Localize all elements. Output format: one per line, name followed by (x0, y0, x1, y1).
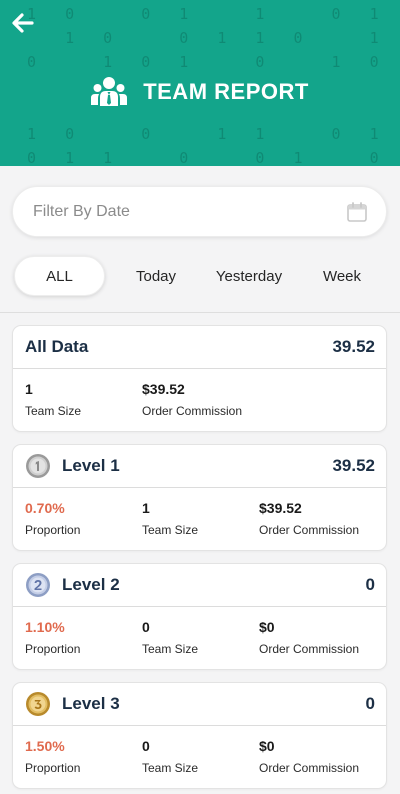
commission-label: Order Commission (259, 761, 360, 775)
card-total: 0 (365, 575, 375, 594)
blue-medal-2-icon (26, 573, 50, 597)
tab-yesterday[interactable]: Yesterday (204, 256, 294, 296)
divider (0, 312, 400, 313)
silver-medal-1-icon (26, 454, 50, 478)
team-users-icon (91, 77, 128, 106)
all-data-card: All Data 39.52 1 Team Size $39.52 Order … (12, 325, 387, 432)
commission-value: $0 (259, 619, 275, 635)
proportion-value: 1.50% (25, 738, 65, 754)
gold-medal-3-icon (26, 692, 50, 716)
title-row: TEAM REPORT (0, 72, 400, 112)
card-header: Level 3 0 (13, 683, 386, 726)
commission-value: $0 (259, 738, 275, 754)
date-filter-input[interactable] (33, 202, 346, 221)
proportion-value: 0.70% (25, 500, 65, 516)
team-size-value: 1 (142, 500, 150, 516)
team-size-value: 0 (142, 738, 150, 754)
date-filter-field[interactable] (12, 186, 387, 237)
team-size-stat: 1 Team Size (25, 380, 81, 419)
arrow-left-icon (12, 13, 34, 33)
commission-stat: $39.52 Order Commission (259, 499, 359, 538)
tab-all[interactable]: ALL (14, 256, 105, 296)
card-stats: 1.50% Proportion 0 Team Size $0 Order Co… (13, 726, 386, 788)
calendar-icon[interactable] (346, 201, 368, 223)
team-size-value: 1 (25, 381, 33, 397)
proportion-stat: 1.10% Proportion (25, 618, 80, 657)
commission-stat: $0 Order Commission (259, 618, 359, 657)
commission-value: $39.52 (259, 500, 302, 516)
proportion-label: Proportion (25, 761, 81, 775)
team-size-stat: 0 Team Size (142, 618, 198, 657)
page-title: TEAM REPORT (143, 79, 309, 104)
team-size-label: Team Size (25, 404, 82, 418)
tab-week[interactable]: Week (308, 256, 376, 296)
header-banner: 1 0 0 1 1 0 1 0 0 1 1 1 0 0 1 1 0 1 0 1 … (0, 0, 400, 166)
card-stats: 1 Team Size $39.52 Order Commission (13, 369, 386, 431)
card-stats: 0.70% Proportion 1 Team Size $39.52 Orde… (13, 488, 386, 550)
commission-stat: $39.52 Order Commission (142, 380, 242, 419)
date-range-tabs: ALL Today Yesterday Week (0, 256, 400, 296)
team-size-stat: 0 Team Size (142, 737, 198, 776)
card-title: All Data (25, 337, 89, 356)
card-title: Level 2 (62, 575, 120, 594)
commission-label: Order Commission (259, 642, 360, 656)
proportion-value: 1.10% (25, 619, 65, 635)
commission-value: $39.52 (142, 381, 185, 397)
proportion-label: Proportion (25, 523, 81, 537)
card-header: Level 1 39.52 (13, 445, 386, 488)
level-3-card[interactable]: Level 3 0 1.50% Proportion 0 Team Size $… (12, 682, 387, 789)
card-header: Level 2 0 (13, 564, 386, 607)
card-stats: 1.10% Proportion 0 Team Size $0 Order Co… (13, 607, 386, 669)
card-header: All Data 39.52 (13, 326, 386, 369)
proportion-label: Proportion (25, 642, 81, 656)
level-2-card[interactable]: Level 2 0 1.10% Proportion 0 Team Size $… (12, 563, 387, 670)
back-button[interactable] (8, 8, 38, 38)
commission-label: Order Commission (259, 523, 360, 537)
proportion-stat: 1.50% Proportion (25, 737, 80, 776)
tab-today[interactable]: Today (122, 256, 190, 296)
card-title: Level 3 (62, 694, 120, 713)
card-title: Level 1 (62, 456, 120, 475)
team-size-label: Team Size (142, 523, 199, 537)
team-size-stat: 1 Team Size (142, 499, 198, 538)
team-size-label: Team Size (142, 761, 199, 775)
card-total: 39.52 (332, 337, 375, 356)
team-size-label: Team Size (142, 642, 199, 656)
team-size-value: 0 (142, 619, 150, 635)
level-1-card[interactable]: Level 1 39.52 0.70% Proportion 1 Team Si… (12, 444, 387, 551)
commission-label: Order Commission (142, 404, 243, 418)
card-total: 0 (365, 694, 375, 713)
proportion-stat: 0.70% Proportion (25, 499, 80, 538)
commission-stat: $0 Order Commission (259, 737, 359, 776)
card-total: 39.52 (332, 456, 375, 475)
